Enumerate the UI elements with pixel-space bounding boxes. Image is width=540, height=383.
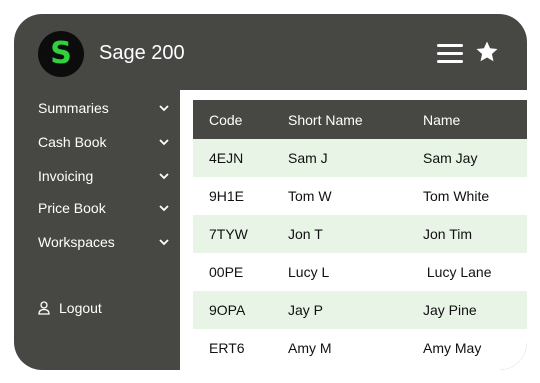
chevron-down-icon [159,105,169,112]
cell-name: Amy May [423,340,482,356]
main-content: Code Short Name Name 4EJN Sam J Sam Jay … [180,90,527,370]
cell-short-name: Lucy L [288,264,330,280]
star-icon[interactable] [475,40,499,64]
logout-button[interactable]: Logout [38,300,102,316]
cell-code: 7TYW [193,215,288,253]
cell-short-name: Jon T [288,215,423,253]
sidebar-item-price-book[interactable]: Price Book [38,197,170,219]
table-row[interactable]: 9OPA Jay P Jay Pine [193,291,527,329]
cell-code: 4EJN [193,139,288,177]
sidebar-item-label: Price Book [38,200,106,216]
cell-short-name: Jay P [288,291,423,329]
cell-name: Sam Jay [423,139,527,177]
cell-short-name: Sam J [288,139,423,177]
cell-name: Jon Tim [423,215,527,253]
logout-label: Logout [59,300,102,316]
cell-short-name: Amy M [288,340,332,356]
cell-code: 00PE [209,264,244,280]
app-header: S Sage 200 [14,14,527,90]
sidebar: Summaries Cash Book Invoicing Price Book… [14,90,180,370]
column-header-code[interactable]: Code [193,100,288,139]
table-row[interactable]: ERT6 Amy M Amy May [193,329,527,367]
app-title: Sage 200 [99,42,185,64]
chevron-down-icon [159,139,169,146]
chevron-down-icon [159,173,169,180]
sidebar-item-summaries[interactable]: Summaries [38,97,170,119]
sage-logo: S [38,31,84,77]
table-header-row: Code Short Name Name [193,100,527,139]
app-window: S Sage 200 Summaries Cash Book Invoicing… [14,14,527,370]
table-row[interactable]: 9H1E Tom W Tom White [193,177,527,215]
column-header-short-name[interactable]: Short Name [288,100,423,139]
sidebar-item-label: Invoicing [38,168,94,184]
customer-table: Code Short Name Name 4EJN Sam J Sam Jay … [193,100,527,367]
hamburger-menu-icon[interactable] [437,44,463,64]
cell-short-name: Tom W [288,188,332,204]
table-row[interactable]: 7TYW Jon T Jon Tim [193,215,527,253]
table-row[interactable]: 00PE Lucy L Lucy Lane [193,253,527,291]
cell-code: 9OPA [193,291,288,329]
sage-logo-glyph: S [50,36,72,71]
sidebar-item-label: Cash Book [38,134,107,150]
sidebar-item-label: Workspaces [38,234,115,250]
chevron-down-icon [159,205,169,212]
sidebar-item-workspaces[interactable]: Workspaces [38,231,170,253]
cell-code: ERT6 [209,340,245,356]
cell-name: Jay Pine [423,291,527,329]
sidebar-item-label: Summaries [38,100,109,116]
user-icon [38,301,50,315]
column-header-name[interactable]: Name [423,100,527,139]
cell-name: Lucy Lane [423,264,492,280]
table-row[interactable]: 4EJN Sam J Sam Jay [193,139,527,177]
chevron-down-icon [159,239,169,246]
sidebar-item-invoicing[interactable]: Invoicing [38,165,170,187]
cell-name: Tom White [423,188,490,204]
cell-code: 9H1E [209,188,245,204]
sidebar-item-cash-book[interactable]: Cash Book [38,131,170,153]
